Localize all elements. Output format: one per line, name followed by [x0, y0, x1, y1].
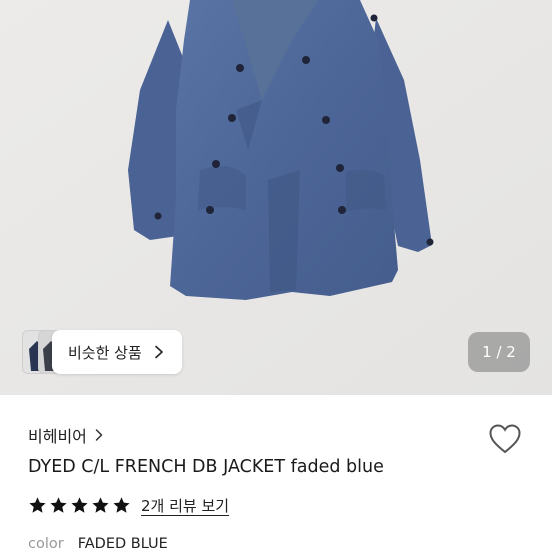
product-info: 비헤비어 DYED C/L FRENCH DB JACKET faded blu… — [0, 395, 552, 552]
attribute-row: color FADED BLUE — [28, 536, 168, 552]
rating-row: 2개 리뷰 보기 — [28, 495, 229, 516]
review-link[interactable]: 2개 리뷰 보기 — [141, 495, 229, 516]
product-image-gallery[interactable]: 비슷한 상품 1 / 2 — [0, 0, 552, 395]
image-page-counter: 1 / 2 — [468, 332, 530, 372]
similar-products-label: 비슷한 상품 — [68, 343, 142, 362]
shop-link[interactable]: 비헤비어 — [28, 423, 105, 447]
heart-icon[interactable] — [488, 423, 522, 455]
star-icon — [29, 497, 46, 513]
similar-products-button[interactable]: 비슷한 상품 — [52, 330, 182, 374]
similar-products-chip[interactable]: 비슷한 상품 — [22, 330, 182, 374]
attribute-key: color — [28, 536, 64, 552]
star-icon — [50, 497, 67, 513]
attribute-value: FADED BLUE — [77, 536, 168, 552]
chevron-right-icon — [95, 429, 103, 441]
product-title: DYED C/L FRENCH DB JACKET faded blue — [28, 457, 384, 477]
star-icon — [113, 497, 130, 513]
shop-name: 비헤비어 — [28, 427, 87, 446]
star-icon — [92, 497, 109, 513]
star-icon — [71, 497, 88, 513]
chevron-right-icon — [154, 345, 163, 359]
